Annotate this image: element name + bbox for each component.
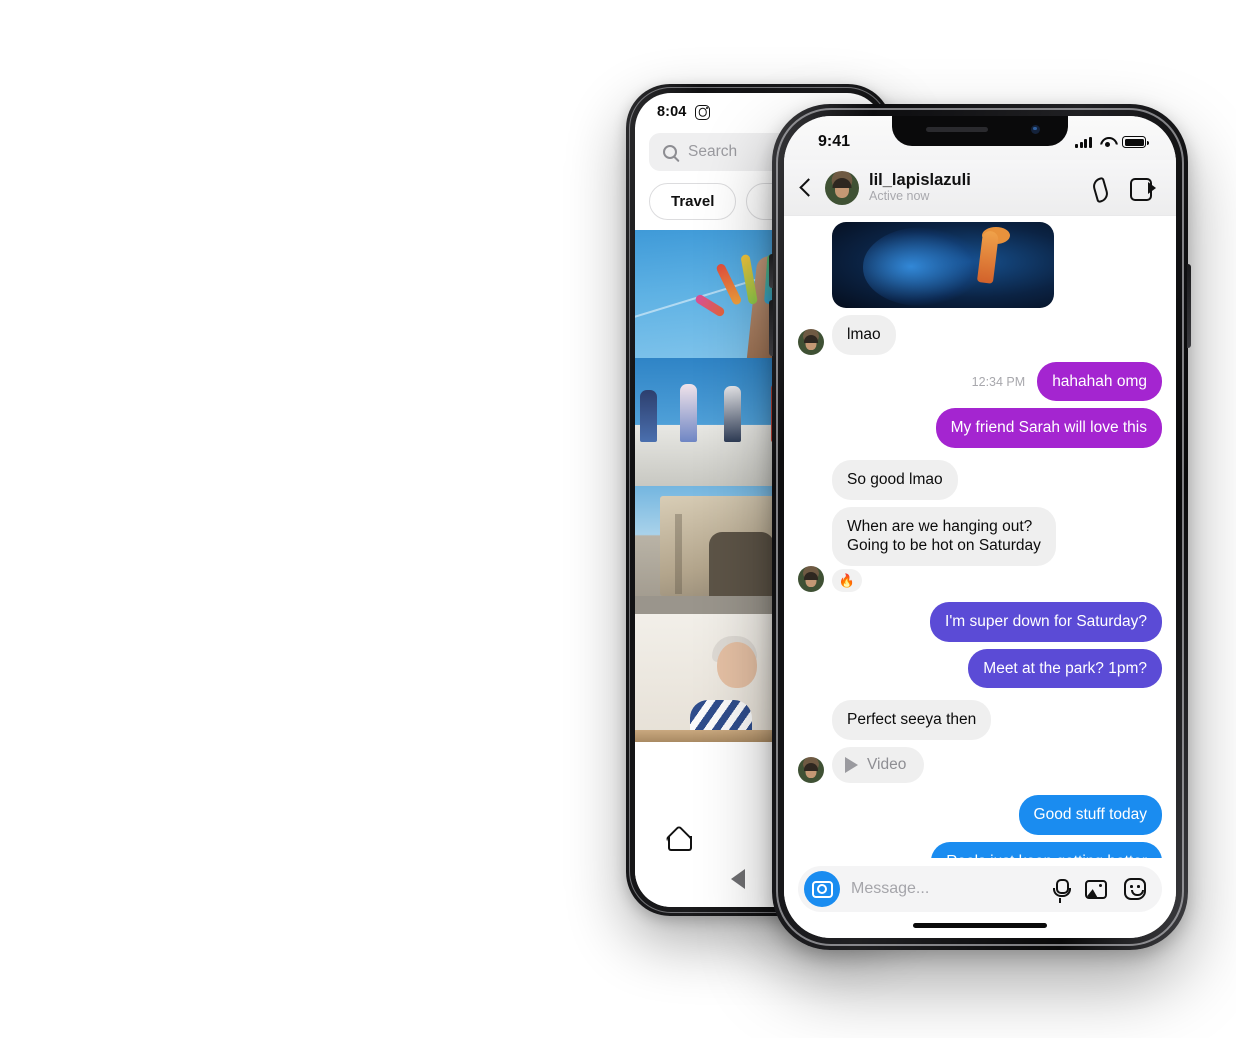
message-row: Good stuff today: [798, 795, 1162, 835]
message-bubble-outgoing[interactable]: My friend Sarah will love this: [935, 408, 1162, 449]
screenshot-canvas: 8:04 Search Travel 9:41 lil_lapislazuli …: [0, 0, 1236, 1038]
reaction-badge[interactable]: 🔥: [832, 569, 862, 593]
message-row: 12:34 PM hahahah omg: [798, 361, 1162, 402]
composer-bar[interactable]: Message...: [798, 866, 1162, 912]
iphone-device: 9:41 lil_lapislazuli Active now lmao 12:…: [769, 104, 1191, 950]
conversation-header: lil_lapislazuli Active now: [784, 160, 1176, 216]
message-row: [798, 222, 1162, 308]
media-attachment[interactable]: [832, 222, 1054, 308]
phone-icon[interactable]: [1091, 177, 1113, 199]
message-row: Video: [798, 747, 1162, 784]
message-timestamp: 12:34 PM: [971, 374, 1026, 389]
home-icon[interactable]: [665, 827, 692, 851]
message-bubble-outgoing[interactable]: I'm super down for Saturday?: [930, 602, 1162, 642]
search-placeholder: Search: [688, 143, 738, 160]
anatomy-profile: [863, 227, 983, 307]
message-bubble-outgoing[interactable]: Reels just keep getting better: [931, 841, 1162, 858]
message-input[interactable]: Message...: [851, 880, 1041, 898]
person: [679, 384, 697, 443]
avatar[interactable]: [798, 757, 824, 784]
message-bubble-incoming[interactable]: So good lmao: [832, 460, 958, 500]
volume-up-button[interactable]: [769, 254, 773, 288]
avatar[interactable]: [825, 170, 859, 205]
header-actions: [1091, 177, 1156, 201]
arch-opening: [709, 532, 774, 597]
camera-icon[interactable]: [804, 871, 840, 907]
conversation-identity[interactable]: lil_lapislazuli Active now: [869, 170, 1081, 204]
thumb: [694, 293, 727, 318]
bubble-with-reaction: When are we hanging out? Going to be hot…: [832, 506, 1056, 593]
message-bubble-outgoing[interactable]: Good stuff today: [1018, 795, 1162, 835]
column: [674, 514, 682, 594]
iphone-screen: 9:41 lil_lapislazuli Active now lmao 12:…: [784, 116, 1176, 938]
video-attachment-bubble[interactable]: Video: [832, 747, 925, 784]
avatar[interactable]: [798, 566, 824, 593]
chevron-left-icon[interactable]: [799, 178, 818, 197]
message-bubble-incoming[interactable]: lmao: [832, 315, 896, 355]
cellular-bars-icon: [1075, 136, 1092, 148]
message-row: Meet at the park? 1pm?: [798, 648, 1162, 689]
video-camera-icon[interactable]: [1130, 178, 1156, 201]
message-row: lmao: [798, 315, 1162, 355]
message-row: Perfect seeya then: [798, 700, 1162, 741]
message-row: Reels just keep getting better: [798, 841, 1162, 858]
message-row: When are we hanging out? Going to be hot…: [798, 506, 1162, 593]
power-button[interactable]: [1187, 264, 1191, 348]
notch: [892, 116, 1068, 146]
head: [716, 642, 757, 689]
microphone-icon[interactable]: [1052, 878, 1071, 903]
status-time: 9:41: [818, 133, 851, 150]
back-triangle-icon[interactable]: [731, 869, 745, 889]
message-row: So good lmao: [798, 460, 1162, 500]
front-camera: [1031, 125, 1040, 134]
composer-actions: [1052, 878, 1146, 903]
battery-icon: [1122, 136, 1149, 148]
home-indicator[interactable]: [784, 912, 1176, 938]
earpiece-speaker: [926, 127, 988, 132]
chip-travel[interactable]: Travel: [649, 183, 737, 220]
message-bubble-incoming[interactable]: Perfect seeya then: [832, 700, 992, 741]
wifi-icon: [1099, 136, 1115, 148]
presence-status: Active now: [869, 189, 930, 204]
video-label: Video: [867, 756, 907, 774]
message-row: My friend Sarah will love this: [798, 408, 1162, 449]
message-bubble-outgoing[interactable]: hahahah omg: [1037, 361, 1162, 402]
play-icon: [845, 757, 858, 774]
search-icon: [663, 145, 677, 159]
volume-down-button[interactable]: [769, 300, 773, 356]
anatomy-highlight: [977, 229, 1000, 284]
person: [639, 390, 657, 443]
message-bubble-incoming[interactable]: When are we hanging out? Going to be hot…: [832, 506, 1056, 567]
sticker-icon[interactable]: [1124, 878, 1146, 900]
status-time: 8:04: [657, 104, 687, 120]
contact-name: lil_lapislazuli: [869, 170, 971, 189]
message-thread[interactable]: lmao 12:34 PM hahahah omg My friend Sara…: [784, 216, 1176, 858]
image-icon[interactable]: [1085, 879, 1107, 899]
message-row: I'm super down for Saturday?: [798, 602, 1162, 642]
status-indicators: [1075, 136, 1149, 148]
instagram-icon: [695, 104, 711, 120]
person: [724, 386, 742, 443]
message-composer: Message...: [784, 858, 1176, 912]
avatar[interactable]: [798, 328, 824, 355]
message-bubble-outgoing[interactable]: Meet at the park? 1pm?: [968, 648, 1162, 689]
